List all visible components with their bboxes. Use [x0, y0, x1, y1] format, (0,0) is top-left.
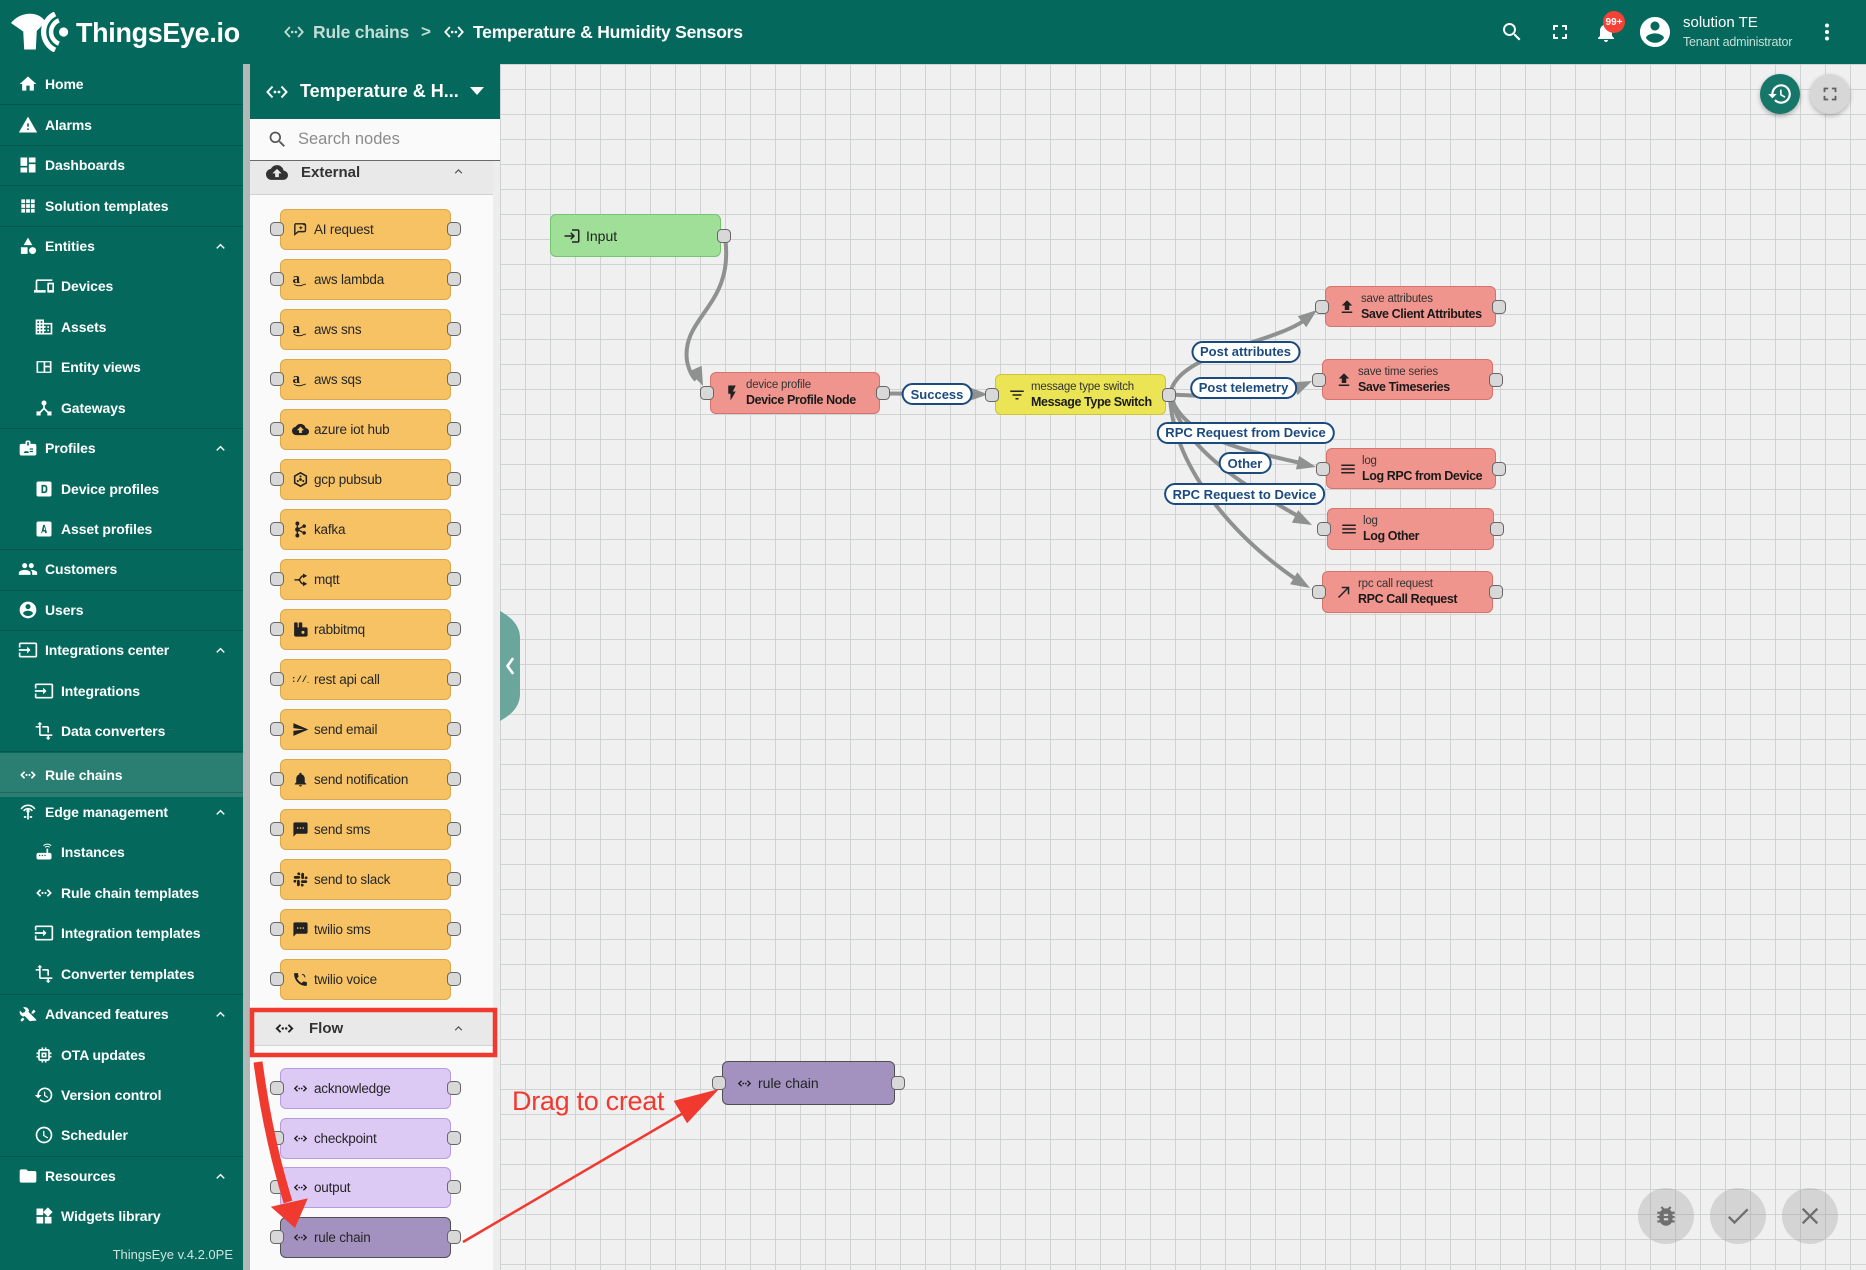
svg-text:a: a	[293, 321, 301, 337]
svg-text:a: a	[293, 371, 301, 387]
svg-text:a: a	[293, 271, 301, 287]
svg-text:://_: ://_	[291, 675, 309, 685]
